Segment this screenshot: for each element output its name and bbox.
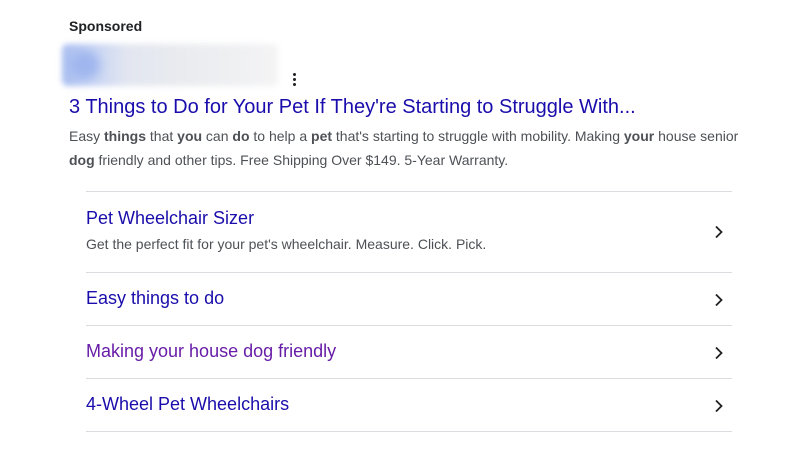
description-keyword: things	[104, 128, 147, 144]
description-text: house senior	[654, 128, 739, 144]
sponsored-ad: Sponsored 3 Things to Do for Your Pet If…	[0, 0, 800, 450]
sitelink-title[interactable]: Pet Wheelchair Sizer	[86, 206, 254, 230]
description-text: that's starting to struggle with mobilit…	[332, 128, 624, 144]
more-vert-icon[interactable]	[286, 68, 302, 90]
description-text: can	[202, 128, 233, 144]
description-text: friendly and other tips. Free Shipping O…	[94, 152, 509, 168]
chevron-right-icon[interactable]	[714, 346, 724, 360]
description-text: Easy	[69, 128, 105, 144]
advertiser-logo-blurred	[62, 44, 278, 86]
chevron-right-icon[interactable]	[714, 399, 724, 413]
sitelink-title[interactable]: Making your house dog friendly	[86, 339, 336, 363]
sitelink-easy-things[interactable]: Easy things to do	[86, 273, 732, 326]
description-keyword: your	[623, 128, 655, 144]
sitelinks-list: Pet Wheelchair Sizer Get the perfect fit…	[86, 191, 732, 432]
chevron-right-icon[interactable]	[714, 293, 724, 307]
kebab-dot	[292, 82, 296, 86]
ad-headline-link[interactable]: 3 Things to Do for Your Pet If They're S…	[69, 93, 636, 121]
description-text: that	[146, 128, 178, 144]
description-keyword: do	[232, 128, 250, 144]
sitelink-pet-wheelchair-sizer[interactable]: Pet Wheelchair Sizer Get the perfect fit…	[86, 192, 732, 273]
ad-description: Easy things that you can do to help a pe…	[69, 124, 749, 172]
sitelink-title[interactable]: 4-Wheel Pet Wheelchairs	[86, 392, 289, 416]
sitelink-dog-friendly-house[interactable]: Making your house dog friendly	[86, 326, 732, 379]
sponsored-label: Sponsored	[69, 18, 143, 34]
description-keyword: pet	[311, 128, 333, 144]
description-text: to help a	[249, 128, 312, 144]
description-keyword: dog	[69, 152, 95, 168]
chevron-right-icon[interactable]	[714, 225, 724, 239]
sitelink-description: Get the perfect fit for your pet's wheel…	[86, 236, 487, 252]
kebab-dot	[292, 72, 296, 76]
sitelink-4-wheel-wheelchairs[interactable]: 4-Wheel Pet Wheelchairs	[86, 379, 732, 432]
kebab-dot	[292, 77, 296, 81]
sitelink-title[interactable]: Easy things to do	[86, 286, 224, 310]
description-keyword: you	[177, 128, 203, 144]
